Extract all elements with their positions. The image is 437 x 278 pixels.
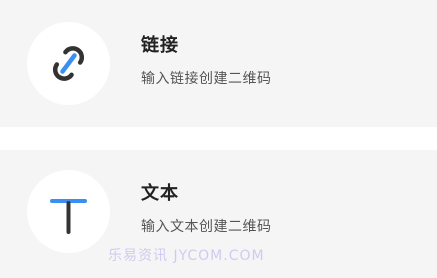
text-icon-circle <box>27 170 110 253</box>
link-option-title: 链接 <box>141 35 179 56</box>
text-icon <box>50 199 87 234</box>
link-icon <box>52 46 85 81</box>
create-link-qr-option[interactable]: 链接 输入链接创建二维码 <box>0 0 437 127</box>
watermark: 乐易资讯 JYCOM.COM <box>108 248 265 264</box>
link-option-subtitle: 输入链接创建二维码 <box>141 71 272 87</box>
link-icon-circle <box>27 22 110 105</box>
text-option-title: 文本 <box>141 183 179 204</box>
text-option-subtitle: 输入文本创建二维码 <box>141 219 272 235</box>
